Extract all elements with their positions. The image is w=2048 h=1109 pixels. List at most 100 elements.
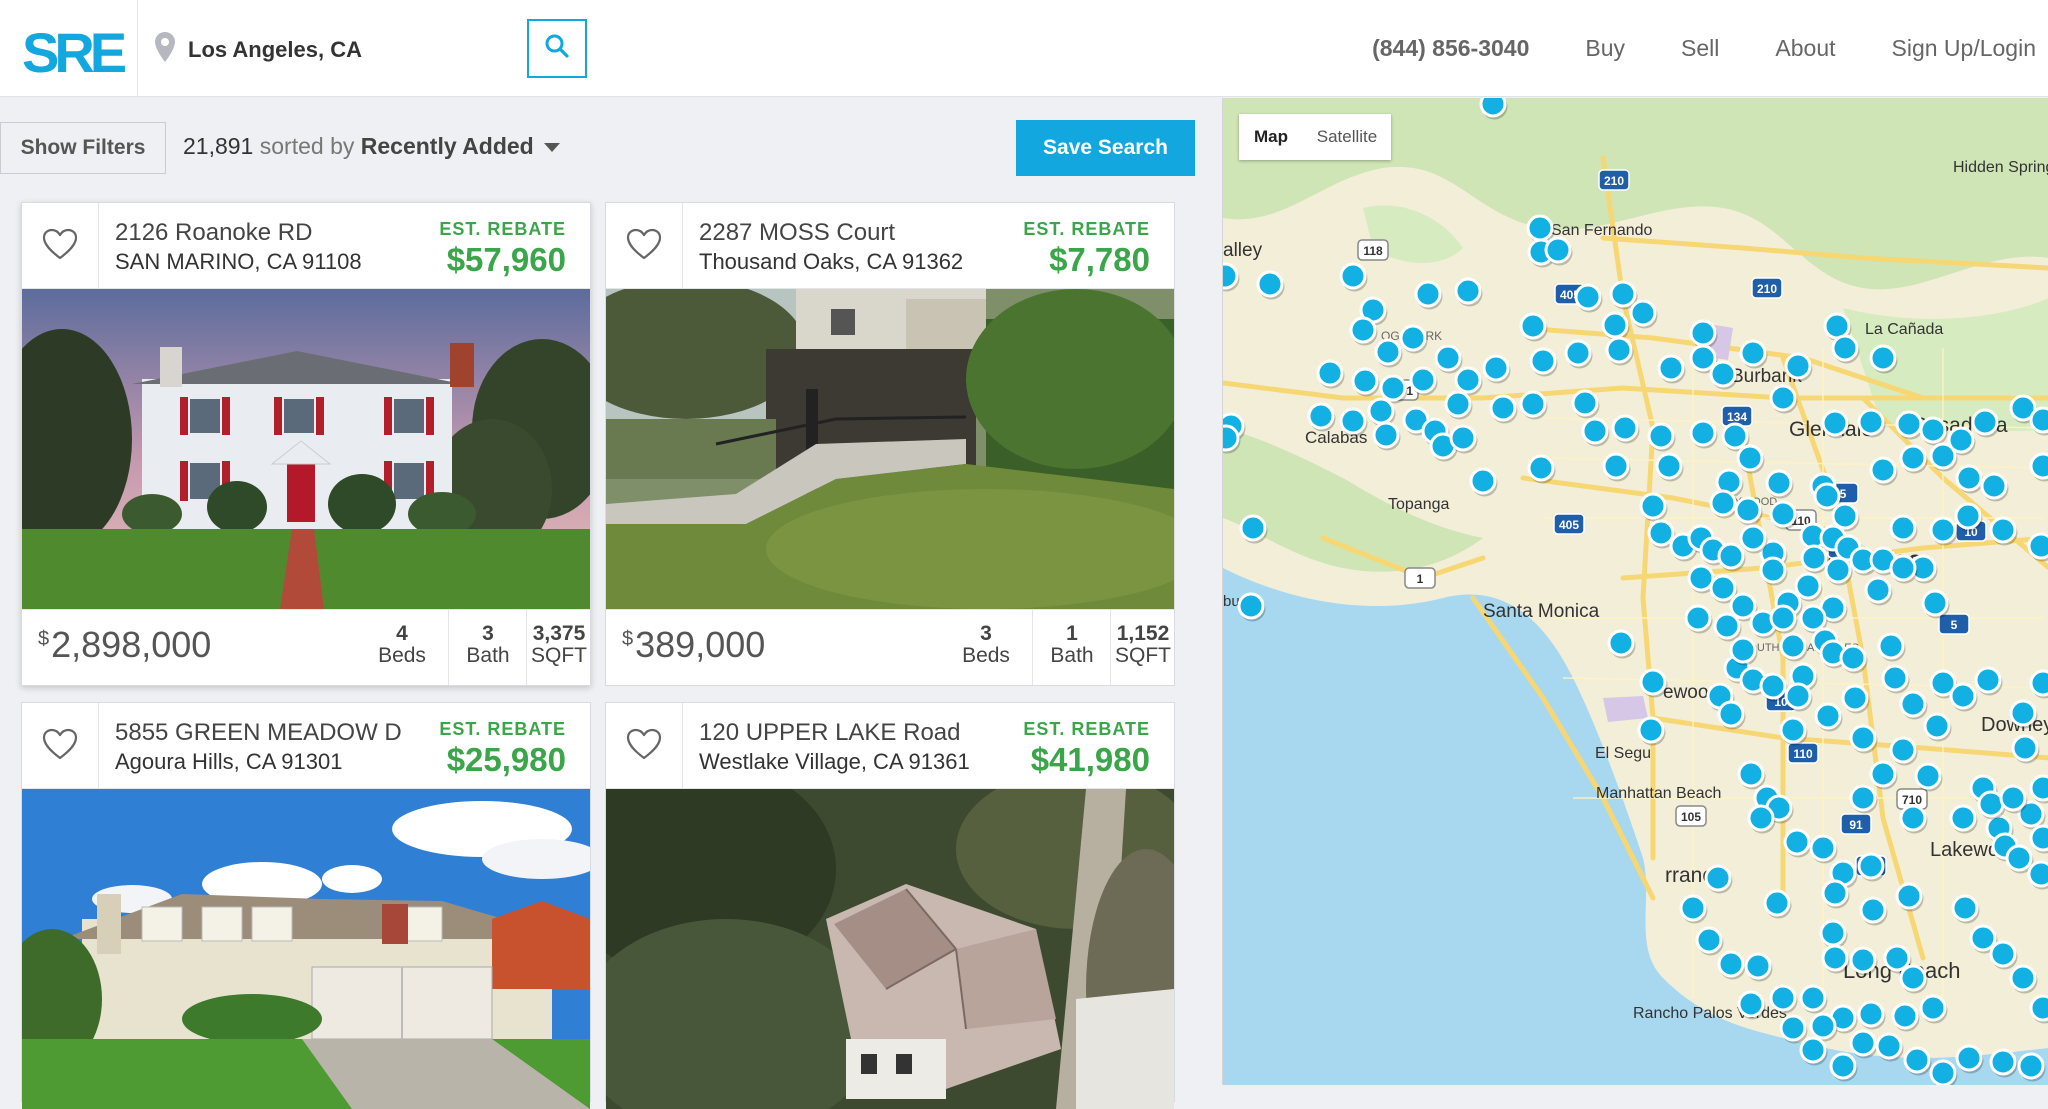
sre-logo[interactable]: SRE [22, 22, 127, 78]
nav-signup-login[interactable]: Sign Up/Login [1892, 35, 2037, 62]
svg-text:San Fernando: San Fernando [1551, 222, 1653, 239]
listing-card[interactable]: 2287 MOSS Court Thousand Oaks, CA 91362 … [605, 202, 1175, 686]
svg-text:91: 91 [1849, 818, 1863, 832]
baths-stat: 1Bath [1034, 623, 1110, 667]
favorite-button[interactable] [22, 203, 99, 289]
listing-card[interactable]: 120 UPPER LAKE Road Westlake Village, CA… [605, 702, 1175, 1102]
sort-value: Recently Added [361, 133, 534, 159]
rebate-amount: $7,780 [1049, 241, 1150, 279]
svg-text:110: 110 [1793, 747, 1813, 761]
svg-text:SRE: SRE [22, 22, 126, 78]
rebate-amount: $41,980 [1031, 741, 1150, 779]
listing-city: SAN MARINO, CA 91108 [115, 249, 362, 275]
listing-address[interactable]: 2126 Roanoke RD [115, 219, 312, 247]
listing-card-footer: $2,898,000 4Beds 3Bath 3,375SQFT [22, 609, 590, 685]
result-count: 21,891 [183, 133, 253, 159]
nav-about[interactable]: About [1775, 35, 1835, 62]
results-toolbar: Show Filters 21,891 sorted by Recently A… [0, 98, 1222, 196]
rebate-label: EST. REBATE [1023, 219, 1150, 240]
search-icon [544, 33, 570, 64]
stat-divider [448, 610, 449, 685]
nav-buy[interactable]: Buy [1585, 35, 1625, 62]
map-canvas[interactable]: alley Calabas Topanga bu OGA PARK San Fe… [1223, 98, 2048, 1085]
heart-icon [626, 728, 662, 765]
rebate-label: EST. REBATE [439, 219, 566, 240]
beds-stat: 3Beds [946, 623, 1026, 667]
svg-text:Hidden Springs: Hidden Springs [1953, 159, 2048, 176]
listing-city: Thousand Oaks, CA 91362 [699, 249, 963, 275]
highway-shield-icon: 105 [1676, 806, 1706, 826]
listing-card-footer: $389,000 3Beds 1Bath 1,152SQFT [606, 609, 1174, 685]
rebate-amount: $25,980 [447, 741, 566, 779]
listing-price: $2,898,000 [38, 624, 211, 666]
stat-divider [526, 610, 527, 685]
map-type-toggle: Map Satellite [1239, 114, 1391, 160]
heart-icon [626, 228, 662, 265]
listings-panel: Show Filters 21,891 sorted by Recently A… [0, 98, 1222, 1085]
svg-text:Santa Monica: Santa Monica [1483, 601, 1600, 622]
highway-shield-icon: 118 [1358, 240, 1388, 260]
listing-photo[interactable] [22, 289, 590, 609]
listing-card[interactable]: 5855 GREEN MEADOW D Agoura Hills, CA 913… [21, 702, 591, 1102]
listing-card[interactable]: 2126 Roanoke RD SAN MARINO, CA 91108 EST… [21, 202, 591, 686]
caret-down-icon [544, 143, 560, 152]
header-divider [137, 0, 138, 97]
svg-text:El Segu: El Segu [1595, 745, 1651, 762]
svg-text:Topanga: Topanga [1388, 496, 1449, 513]
listing-address[interactable]: 120 UPPER LAKE Road [699, 719, 960, 747]
highway-shield-icon: 1 [1405, 568, 1435, 588]
svg-text:alley: alley [1223, 240, 1263, 261]
airport-area [1603, 696, 1648, 722]
favorite-button[interactable] [606, 203, 683, 289]
location-search-input[interactable] [188, 30, 518, 70]
show-filters-button[interactable]: Show Filters [0, 122, 166, 174]
heart-icon [42, 728, 78, 765]
favorite-button[interactable] [606, 703, 683, 789]
highway-shield-icon: 405 [1554, 514, 1584, 534]
svg-text:210: 210 [1604, 174, 1624, 188]
listing-photo[interactable] [22, 789, 590, 1109]
rebate-label: EST. REBATE [439, 719, 566, 740]
listing-photo[interactable] [606, 789, 1174, 1109]
listing-address[interactable]: 5855 GREEN MEADOW D [115, 719, 402, 747]
highway-shield-icon: 110 [1788, 743, 1818, 763]
satellite-view-button[interactable]: Satellite [1303, 114, 1391, 160]
favorite-button[interactable] [22, 703, 99, 789]
baths-stat: 3Bath [450, 623, 526, 667]
sort-dropdown[interactable]: Recently Added [361, 133, 560, 159]
sqft-stat: 3,375SQFT [528, 623, 590, 667]
sorted-by-text: sorted by [260, 133, 355, 159]
rebate-label: EST. REBATE [1023, 719, 1150, 740]
listing-card-header: 2126 Roanoke RD SAN MARINO, CA 91108 EST… [22, 203, 590, 289]
svg-text:Lakewo: Lakewo [1930, 839, 1999, 861]
svg-text:405: 405 [1559, 518, 1579, 532]
listing-price: $389,000 [622, 624, 765, 666]
svg-text:134: 134 [1727, 410, 1747, 424]
nav-sell[interactable]: Sell [1681, 35, 1719, 62]
highway-shield-icon: 210 [1752, 278, 1782, 298]
svg-text:105: 105 [1681, 810, 1701, 824]
result-summary: 21,891 sorted by Recently Added [183, 133, 560, 160]
listing-map-marker[interactable] [1931, 1061, 1958, 1085]
highway-shield-icon: 210 [1599, 170, 1629, 190]
svg-text:210: 210 [1757, 282, 1777, 296]
listing-card-header: 120 UPPER LAKE Road Westlake Village, CA… [606, 703, 1174, 789]
highway-shield-icon: 91 [1841, 814, 1871, 834]
svg-text:118: 118 [1363, 244, 1383, 258]
save-search-button[interactable]: Save Search [1016, 120, 1195, 176]
listings-map[interactable]: alley Calabas Topanga bu OGA PARK San Fe… [1222, 98, 2048, 1085]
map-view-button[interactable]: Map [1239, 114, 1303, 160]
listing-address[interactable]: 2287 MOSS Court [699, 219, 895, 247]
listing-card-header: 5855 GREEN MEADOW D Agoura Hills, CA 913… [22, 703, 590, 789]
svg-text:1: 1 [1417, 572, 1424, 586]
phone-number-link[interactable]: (844) 856-3040 [1372, 35, 1529, 62]
listing-card-header: 2287 MOSS Court Thousand Oaks, CA 91362 … [606, 203, 1174, 289]
svg-text:Manhattan Beach: Manhattan Beach [1596, 785, 1721, 802]
stat-divider [1110, 610, 1111, 685]
listing-city: Westlake Village, CA 91361 [699, 749, 970, 775]
location-pin-icon [154, 31, 176, 68]
search-button[interactable] [527, 19, 587, 78]
listing-photo[interactable] [606, 289, 1174, 609]
top-header: SRE (844) 856-3040 Buy Sell About Sign U… [0, 0, 2048, 97]
listing-city: Agoura Hills, CA 91301 [115, 749, 342, 775]
